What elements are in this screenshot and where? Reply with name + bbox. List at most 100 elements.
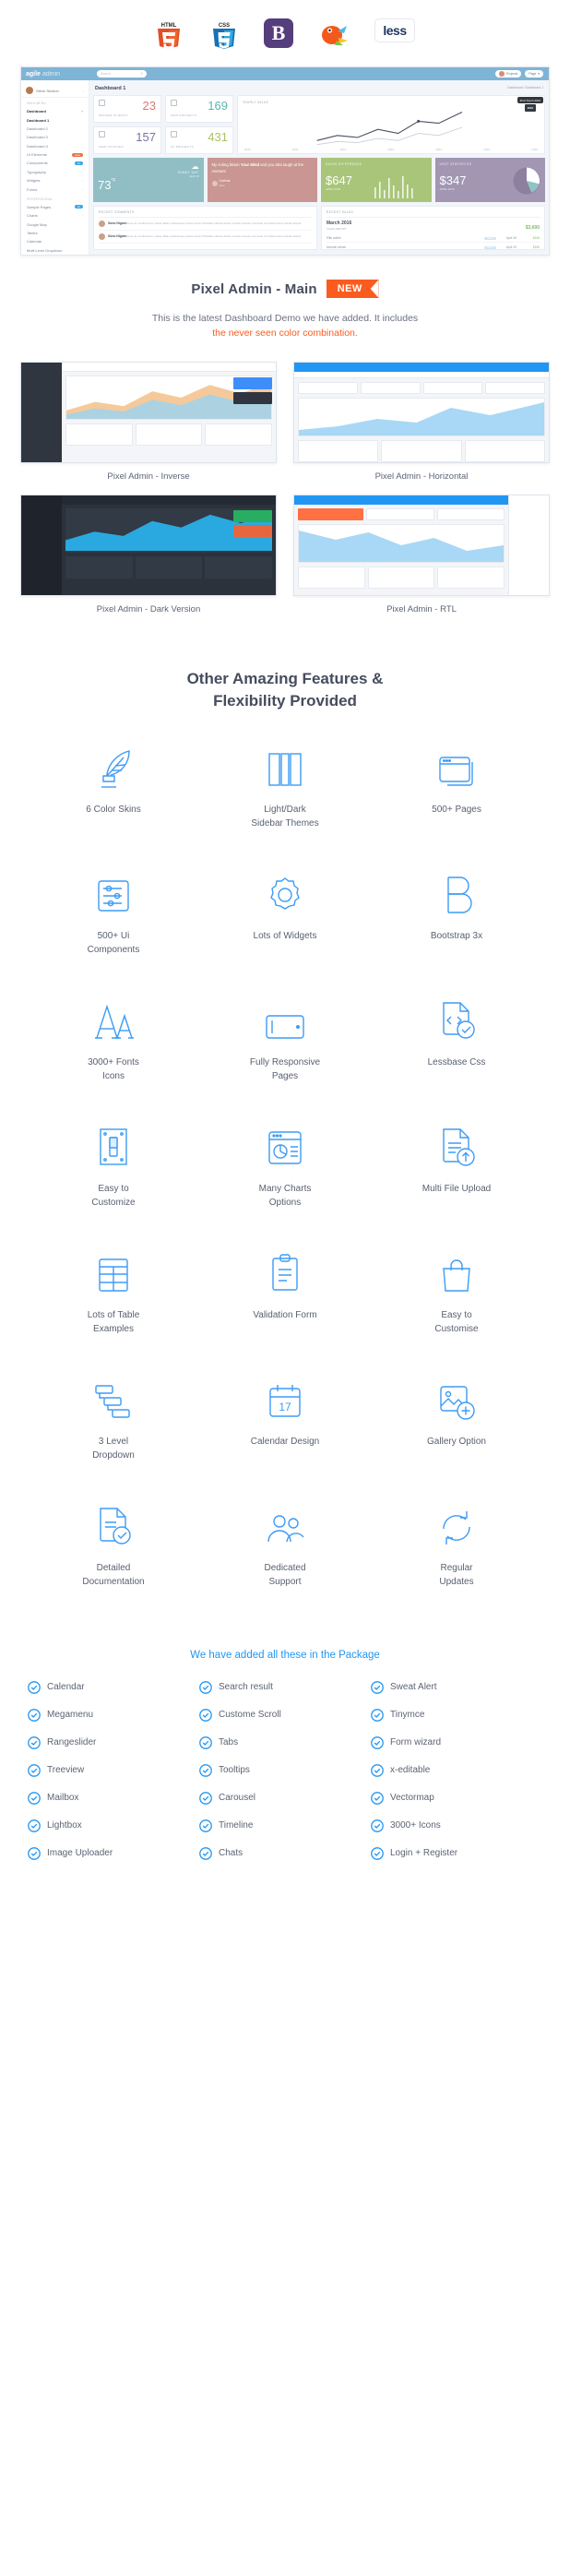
sidebar-item-label: Widgets xyxy=(27,178,41,184)
check-circle-icon xyxy=(371,1680,384,1694)
avatar xyxy=(211,180,218,186)
hero-topbar-right: Projects Page ▾ xyxy=(495,70,549,78)
feature-label: Lots of Table Examples xyxy=(87,1309,140,1334)
feature-label: Easy to Customise xyxy=(434,1309,479,1334)
support-people-icon xyxy=(230,1503,340,1549)
tick: 2010 xyxy=(244,148,251,151)
tick: 2014 xyxy=(435,148,443,151)
chart-callout: 2016 xyxy=(524,104,536,113)
dropdown-levels-icon xyxy=(58,1377,169,1423)
demo-pixel-admin-dark-version[interactable]: Pixel Admin - Dark Version xyxy=(20,494,277,614)
stat-value: 431 xyxy=(208,130,228,144)
lead-paragraph: This is the latest Dashboard Demo we hav… xyxy=(0,311,570,341)
sidebar-item-forms[interactable]: Forms › xyxy=(21,185,89,193)
less-logo: less xyxy=(374,18,417,50)
feature-label: Easy to Customize xyxy=(91,1183,136,1208)
demo-main xyxy=(294,495,508,595)
svg-text:HTML: HTML xyxy=(161,23,177,29)
comment-text: Donec ac condimentum massa. Etiam pellen… xyxy=(125,221,302,225)
package-label: Custome Scroll xyxy=(219,1710,281,1721)
package-label: x-editable xyxy=(390,1765,431,1776)
font-letters-icon xyxy=(58,997,169,1044)
sidebar-item-label: Components xyxy=(27,161,48,166)
sidebar-item-charts[interactable]: Charts › xyxy=(21,211,89,220)
sidebar-item-sample-pages[interactable]: Sample Pages 10 xyxy=(21,203,89,211)
sales-date: April 18 xyxy=(506,235,517,240)
sidebar-item-typography[interactable]: Typography › xyxy=(21,168,89,176)
recent-comments-title: RECENT COMMENTS xyxy=(99,210,312,218)
package-item-3000-icons: 3000+ Icons xyxy=(371,1819,542,1832)
features-grid: 6 Color Skins Light/Dark Sidebar Themes 5… xyxy=(28,745,542,1589)
sidebar-item-ui-elements[interactable]: UI Elements New xyxy=(21,150,89,159)
chart-tooltip: iPod Touch 2016 xyxy=(517,97,543,103)
sidebar-badge: 10 xyxy=(74,205,83,209)
demo-caption: Pixel Admin - Horizontal xyxy=(374,471,469,482)
feature-validation-form: Validation Form xyxy=(230,1250,340,1336)
sales-row: Monster admin SALE April 19 $180 xyxy=(327,243,540,252)
hero-page-pill[interactable]: Page ▾ xyxy=(525,70,543,78)
feature-500-pages: 500+ Pages xyxy=(401,745,512,830)
demo-pixel-admin-horizontal[interactable]: Pixel Admin - Horizontal xyxy=(293,361,550,482)
feature-sidebar-themes: Light/Dark Sidebar Themes xyxy=(230,745,340,830)
package-label: Tabs xyxy=(219,1737,239,1748)
feature-fully-responsive-pages: Fully Responsive Pages xyxy=(230,997,340,1083)
chart-x-axis: 2010 2011 2012 2013 2014 2015 2016 xyxy=(243,148,540,151)
page-title: Pixel Admin - Main xyxy=(191,280,317,297)
sales-item: Monster admin xyxy=(327,244,347,249)
package-item-rangeslider: Rangeslider xyxy=(28,1735,199,1749)
feature-label: Dedicated Support xyxy=(264,1562,306,1587)
hero-brand-light: admin xyxy=(42,70,61,78)
hero-breadcrumb: Dashboard 1 xyxy=(95,86,126,91)
demo-pixel-admin-rtl[interactable]: Pixel Admin - RTL xyxy=(293,494,550,614)
sidebar-item-dashboard-4[interactable]: Dashboard 4 xyxy=(21,142,89,150)
responsive-tablet-icon xyxy=(230,997,340,1044)
feature-calendar-design: 17 Calendar Design xyxy=(230,1377,340,1462)
sidebar-item-calendar[interactable]: Calendar xyxy=(21,237,89,245)
package-item-timeline: Timeline xyxy=(199,1819,371,1832)
package-label: Mailbox xyxy=(47,1793,79,1804)
package-item-custome-scroll: Custome Scroll xyxy=(199,1708,371,1722)
weather-temp-unit: °F xyxy=(111,178,116,184)
stat-card-new-invoices: 157 NEW INVOICES xyxy=(93,126,161,154)
weather-date: April 19 xyxy=(189,174,199,178)
hero-sidebar: Steve Section › MAIN MENU Dashboard ▾ Das… xyxy=(21,80,89,255)
hero-breadcrumb-right: Dashboard / Dashboard 1 xyxy=(507,86,543,89)
feature-detailed-documentation: Detailed Documentation xyxy=(58,1503,169,1589)
sidebar-item-multi-level-dropdown[interactable]: Multi Level Dropdown xyxy=(21,246,89,255)
feature-label: Lots of Widgets xyxy=(253,930,317,941)
hero-search-input[interactable]: Search... ⚲ xyxy=(97,70,147,78)
calendar-icon xyxy=(171,100,177,106)
new-badge: NEW xyxy=(326,280,379,298)
hero-sidebar-user[interactable]: Steve Section › xyxy=(21,84,89,98)
sidebar-item-components[interactable]: Components 12 xyxy=(21,159,89,167)
sidebar-item-label: Dashboard 4 xyxy=(27,143,48,149)
hero-pill-label-1: Projects xyxy=(506,72,518,76)
gear-widgets-icon xyxy=(230,871,340,917)
package-label: Vectormap xyxy=(390,1793,434,1804)
sidebar-item-dashboard-1[interactable]: Dashboard 1 xyxy=(21,115,89,124)
sidebar-item-dashboard-2[interactable]: Dashboard 2 xyxy=(21,125,89,133)
sidebar-item-dashboard-3[interactable]: Dashboard 3 xyxy=(21,133,89,141)
sidebar-item-widgets[interactable]: Widgets › xyxy=(21,176,89,185)
check-circle-icon xyxy=(199,1708,212,1722)
demo-pixel-admin-inverse[interactable]: Pixel Admin - Inverse xyxy=(20,361,277,482)
sales-amount: $245 xyxy=(532,235,540,240)
sidebar-item-tables[interactable]: Tables xyxy=(21,229,89,237)
sales-date: April 19 xyxy=(506,244,517,249)
recent-sales-period: March 2016 xyxy=(327,221,352,226)
feature-label: Fully Responsive Pages xyxy=(249,1056,321,1081)
check-circle-icon xyxy=(199,1680,212,1694)
feature-label: Light/Dark Sidebar Themes xyxy=(251,804,319,829)
feature-bootstrap-3x: Bootstrap 3x xyxy=(401,871,512,957)
css3-logo: CSS xyxy=(208,18,240,50)
package-item-tooltips: Tooltips xyxy=(199,1763,371,1777)
hero-user-pill[interactable]: Projects xyxy=(495,70,522,78)
sidebar-item-dashboard[interactable]: Dashboard ▾ xyxy=(21,107,89,115)
demo-grid: Pixel Admin - Inverse Pixel Admin - Hori… xyxy=(20,361,550,614)
feature-lessbase-css: Lessbase Css xyxy=(401,997,512,1083)
weather-temp-value: 73 xyxy=(98,178,112,192)
check-circle-icon xyxy=(28,1791,41,1805)
sidebar-item-label: Dashboard xyxy=(27,109,46,114)
demo-screenshot xyxy=(293,361,550,463)
sidebar-item-google-map[interactable]: Google Map xyxy=(21,221,89,229)
